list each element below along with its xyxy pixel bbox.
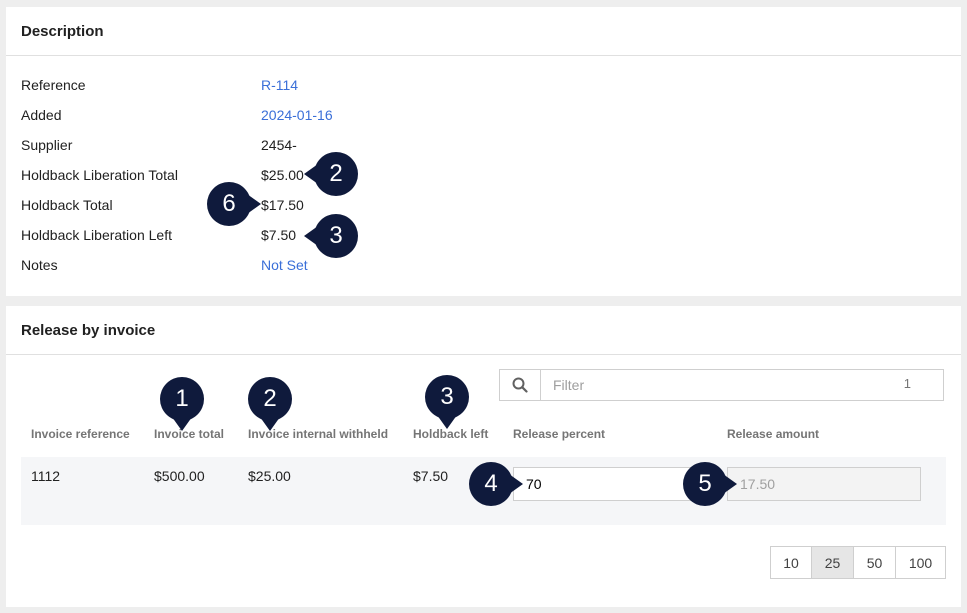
added-link[interactable]: 2024-01-16 xyxy=(261,107,333,123)
marker-6: 6 xyxy=(207,182,261,226)
notes-label: Notes xyxy=(21,257,58,273)
page-size-100[interactable]: 100 xyxy=(895,546,946,579)
release-card: Release by invoice 1 Invoice reference I… xyxy=(6,306,961,607)
marker-3-desc-label: 3 xyxy=(329,222,343,249)
description-title: Description xyxy=(6,7,961,56)
marker-3-label: 3 xyxy=(440,383,454,410)
supplier-label: Supplier xyxy=(21,137,73,153)
holdback-liberation-total-value: $25.00 xyxy=(261,167,304,183)
marker-3: 3 xyxy=(425,375,469,429)
invoice-withheld-cell: $25.00 xyxy=(248,468,291,484)
col-holdback-left: Holdback left xyxy=(413,427,489,441)
marker-4-label: 4 xyxy=(484,470,498,497)
filter-input[interactable] xyxy=(541,370,943,400)
filter-box: 1 xyxy=(499,369,944,401)
marker-3-desc: 3 xyxy=(304,214,358,258)
marker-2-desc-label: 2 xyxy=(329,160,343,187)
notes-link[interactable]: Not Set xyxy=(261,257,308,273)
marker-1: 1 xyxy=(160,377,204,431)
marker-2-desc: 2 xyxy=(304,152,358,196)
holdback-left-cell: $7.50 xyxy=(413,468,449,484)
release-percent-input[interactable] xyxy=(513,467,703,501)
marker-2-label: 2 xyxy=(263,385,277,412)
col-release-amount: Release amount xyxy=(727,427,820,441)
marker-5: 5 xyxy=(683,462,737,506)
supplier-value: 2454- xyxy=(261,137,297,153)
holdback-liberation-left-value: $7.50 xyxy=(261,227,297,243)
release-title: Release by invoice xyxy=(6,306,961,355)
marker-6-label: 6 xyxy=(222,190,236,217)
page-size-selector: 10 25 50 100 xyxy=(770,546,946,579)
filter-count: 1 xyxy=(903,376,911,391)
added-label: Added xyxy=(21,107,62,123)
search-icon xyxy=(500,370,541,400)
marker-1-label: 1 xyxy=(175,385,189,412)
description-card: Description Reference R-114 Added 2024-0… xyxy=(6,7,961,296)
page-size-10[interactable]: 10 xyxy=(770,546,812,579)
invoice-total-cell: $500.00 xyxy=(154,468,205,484)
page-size-25[interactable]: 25 xyxy=(811,546,854,579)
reference-label: Reference xyxy=(21,77,86,93)
reference-link[interactable]: R-114 xyxy=(261,77,298,93)
marker-2: 2 xyxy=(248,377,292,431)
col-invoice-reference: Invoice reference xyxy=(31,427,130,441)
invoice-reference-cell: 1112 xyxy=(31,468,61,484)
col-release-percent: Release percent xyxy=(513,427,606,441)
holdback-liberation-total-label: Holdback Liberation Total xyxy=(21,167,178,183)
marker-5-label: 5 xyxy=(698,470,712,497)
release-amount-input xyxy=(727,467,921,501)
holdback-total-value: $17.50 xyxy=(261,197,304,213)
page-size-50[interactable]: 50 xyxy=(853,546,896,579)
holdback-liberation-left-label: Holdback Liberation Left xyxy=(21,227,172,243)
marker-4: 4 xyxy=(469,462,523,506)
holdback-total-label: Holdback Total xyxy=(21,197,113,213)
